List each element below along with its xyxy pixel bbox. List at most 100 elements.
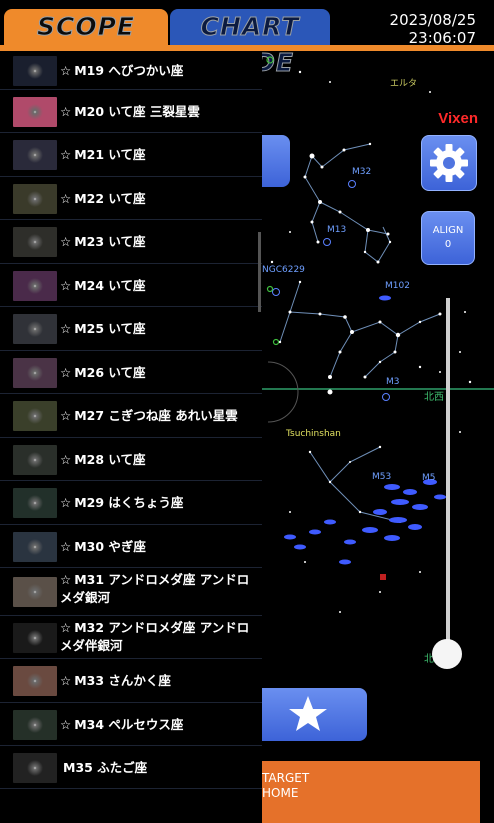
favorite-star-icon[interactable]: ☆ [60,408,71,423]
list-scrollbar[interactable] [258,232,261,312]
list-item[interactable]: ☆ M19 へびつかい座 [0,52,262,90]
favorite-star-icon[interactable]: ☆ [60,234,71,249]
partial-button[interactable] [262,135,290,187]
object-name: M22 いて座 [74,190,146,206]
object-name: M30 やぎ座 [74,538,146,554]
object-label: ☆ M20 いて座 三裂星雲 [60,103,200,121]
list-item[interactable]: ☆ M21 いて座 [0,133,262,177]
label-comet: Tsuchinshan [285,429,341,439]
object-thumbnail [13,401,57,431]
list-item[interactable]: ☆ M23 いて座 [0,220,262,264]
list-item[interactable]: ☆ M22 いて座 [0,177,262,220]
favorite-star-icon[interactable]: ☆ [60,452,71,467]
time-text: 23:06:07 [408,29,476,47]
list-item[interactable]: ☆ M26 いて座 [0,351,262,394]
object-thumbnail [13,709,57,740]
list-item[interactable]: ☆ M34 ペルセウス座 [0,703,262,746]
settings-button[interactable] [421,135,477,191]
list-item[interactable]: ☆ M31 アンドロメダ座 アンドロメダ銀河 [0,568,262,616]
list-item[interactable]: ☆ M24 いて座 [0,264,262,307]
object-name: M21 いて座 [74,147,146,162]
label-m5: M5 [422,473,436,483]
object-label: ☆ M33 さんかく座 [60,672,171,690]
object-label: ☆ M28 いて座 [60,451,146,469]
favorite-star-icon[interactable]: ☆ [60,191,71,206]
object-thumbnail [13,183,57,214]
object-name: M33 さんかく座 [74,673,171,688]
object-label: ☆ M29 はくちょう座 [60,494,183,512]
target-label: TARGET [262,771,310,785]
list-item[interactable]: ☆ M29 はくちょう座 [0,481,262,525]
object-name: M23 いて座 [74,234,146,249]
object-name: M20 いて座 三裂星雲 [74,103,200,119]
object-name: M19 へびつかい座 [74,63,184,78]
favorite-star-icon[interactable]: ☆ [60,321,71,336]
object-label: ☆ M32 アンドロメダ座 アンドロメダ伴銀河 [60,619,260,655]
object-thumbnail [13,752,57,783]
target-home-button[interactable]: TARGET HOME [262,761,480,823]
list-item[interactable]: ☆ M28 いて座 [0,438,262,481]
favorite-star-icon[interactable]: ☆ [60,147,71,162]
favorite-star-icon[interactable]: ☆ [60,539,71,554]
object-thumbnail [13,357,57,388]
planet-markers [266,56,280,346]
object-name: M27 こぎつね座 あれい星雲 [74,408,238,423]
list-item[interactable]: ☆ M32 アンドロメダ座 アンドロメダ伴銀河 [0,616,262,659]
object-thumbnail [13,314,57,344]
object-thumbnail [13,577,57,607]
object-label: ☆ M27 こぎつね座 あれい星雲 [60,407,238,425]
favorite-star-icon[interactable]: ☆ [60,717,71,732]
object-label: M35 ふたご座 [60,759,147,777]
favorite-button[interactable] [262,688,367,741]
object-name: M28 いて座 [74,451,146,467]
object-name: M35 ふたご座 [63,759,148,775]
tab-chart-mode[interactable]: CHART MODE [170,9,330,78]
list-item[interactable]: ☆ M33 さんかく座 [0,659,262,703]
home-label: HOME [262,786,299,800]
favorite-star-icon[interactable]: ☆ [60,495,71,510]
list-item[interactable]: M35 ふたご座 [0,746,262,789]
constellation-lines [279,143,441,523]
gear-icon [430,144,468,182]
list-item[interactable]: ☆ M30 やぎ座 [0,525,262,568]
favorite-star-icon[interactable]: ☆ [60,104,71,119]
favorite-star-icon[interactable]: ☆ [60,673,71,688]
label-west: 北西 [424,391,444,403]
favorite-star-icon[interactable]: ☆ [60,278,71,293]
object-label: ☆ M31 アンドロメダ座 アンドロメダ銀河 [60,571,260,607]
object-label: ☆ M19 へびつかい座 [60,62,183,80]
object-name: M26 いて座 [74,364,146,380]
favorite-star-icon[interactable]: ☆ [60,365,71,380]
label-m3: M3 [386,377,400,387]
align-label: ALIGN [432,225,464,236]
object-label: ☆ M24 いて座 [60,277,146,295]
favorite-star-icon[interactable]: ☆ [60,572,71,587]
favorite-star-icon[interactable]: ☆ [60,63,71,78]
label-m53: M53 [372,472,391,482]
object-thumbnail [13,227,57,257]
object-name: M31 アンドロメダ座 アンドロメダ銀河 [60,572,250,605]
object-thumbnail [13,140,57,170]
object-name: M32 アンドロメダ座 アンドロメダ伴銀河 [60,620,250,653]
tab-scope-mode[interactable]: SCOPE MODE [4,9,168,78]
object-thumbnail [13,96,57,127]
label-m102: M102 [385,281,410,291]
object-name: M24 いて座 [74,277,146,293]
zoom-slider-handle[interactable] [432,639,462,669]
object-list[interactable]: ☆ M19 へびつかい座 ☆ M20 いて座 三裂星雲 ☆ M21 いて座 ☆ M22 いて座… [0,52,262,789]
align-button[interactable]: ALIGN 0 [421,211,475,265]
list-item[interactable]: ☆ M27 こぎつね座 あれい星雲 [0,394,262,438]
zoom-slider-track[interactable] [446,298,450,650]
object-label: ☆ M26 いて座 [60,364,146,382]
favorite-star-icon[interactable]: ☆ [60,620,71,635]
star-icon [289,696,327,731]
label-eltanin: エルタ [390,78,417,89]
object-label: ☆ M22 いて座 [60,190,146,208]
object-label: ☆ M30 やぎ座 [60,538,146,556]
object-thumbnail [13,622,57,653]
list-item[interactable]: ☆ M25 いて座 [0,307,262,351]
list-item[interactable]: ☆ M20 いて座 三裂星雲 [0,90,262,133]
date-time: 2023/08/25 23:06:07 [390,11,476,47]
object-thumbnail [13,270,57,301]
label-ngc6229: NGC6229 [262,265,305,275]
